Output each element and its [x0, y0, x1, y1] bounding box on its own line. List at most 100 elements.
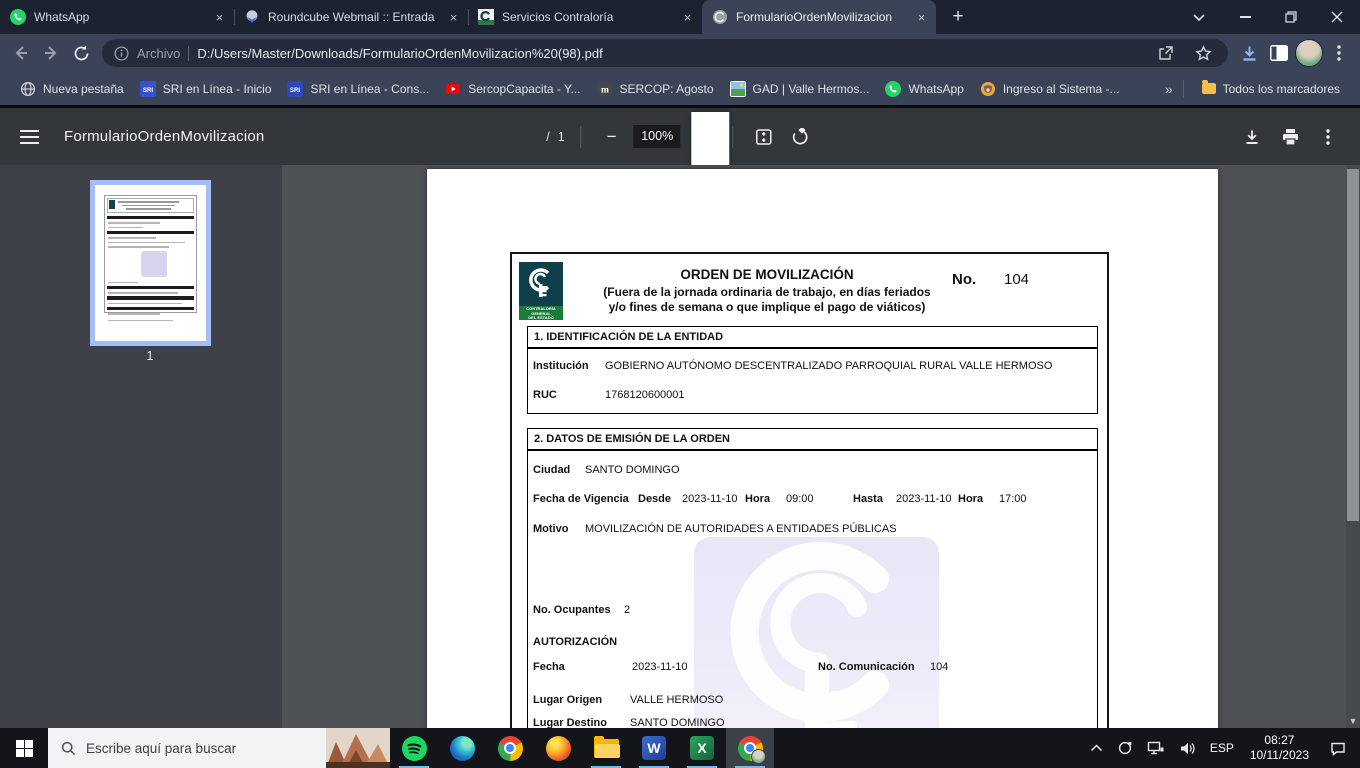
- pdf-canvas[interactable]: CONTRALORÍA GENERAL DEL ESTADO ORDEN DE …: [282, 165, 1360, 728]
- profile-avatar[interactable]: [1294, 38, 1324, 68]
- tray-status-icon[interactable]: [1110, 728, 1140, 768]
- hasta-value: 2023-11-10: [896, 493, 952, 505]
- bookmark-ingreso-sistema[interactable]: Ingreso al Sistema -...: [972, 77, 1128, 101]
- rotate-button[interactable]: [786, 123, 814, 151]
- tab-close-icon[interactable]: ×: [913, 9, 930, 26]
- bookmark-nueva-pestana[interactable]: Nueva pestaña: [12, 77, 132, 101]
- svg-text:SRI: SRI: [290, 87, 301, 94]
- chrome-icon: [497, 735, 523, 761]
- language-indicator[interactable]: ESP: [1203, 728, 1241, 768]
- taskbar-word[interactable]: W: [630, 728, 678, 768]
- hora-hasta-label: Hora: [958, 493, 984, 505]
- all-bookmarks-button[interactable]: Todos los marcadores: [1194, 78, 1348, 100]
- close-window-button[interactable]: [1314, 0, 1360, 34]
- scrollbar-down-arrow[interactable]: ▼: [1346, 716, 1360, 726]
- bookmark-label: SRI en Línea - Inicio: [162, 81, 272, 96]
- thumbnail-line: [107, 306, 194, 310]
- back-button[interactable]: [6, 38, 36, 68]
- origen-value: VALLE HERMOSO: [630, 694, 724, 706]
- bookmark-sri-consultas[interactable]: SRI SRI en Línea - Cons...: [279, 77, 437, 101]
- word-icon: W: [642, 736, 666, 760]
- chrome-icon: [737, 735, 766, 764]
- desde-label: Desde: [638, 493, 672, 505]
- ocupantes-value: 2: [624, 604, 631, 616]
- zoom-level-display[interactable]: 100%: [633, 125, 681, 148]
- ciudad-value: SANTO DOMINGO: [585, 464, 680, 476]
- motivo-value: MOVILIZACIÓN DE AUTORIDADES A ENTIDADES …: [585, 523, 897, 535]
- pdf-download-icon[interactable]: [1238, 123, 1266, 151]
- pdf-menu-icon[interactable]: [20, 122, 50, 152]
- scrollbar-thumb[interactable]: [1347, 169, 1359, 521]
- tab-servicios-contraloria[interactable]: Servicios Contraloría ×: [468, 0, 702, 34]
- bookmark-whatsapp[interactable]: WhatsApp: [877, 77, 971, 101]
- pdf-doc-icon: [713, 10, 727, 24]
- bookmark-label: Ingreso al Sistema -...: [1002, 81, 1120, 96]
- fit-to-page-button[interactable]: [750, 123, 778, 151]
- restore-button[interactable]: [1268, 0, 1314, 34]
- tab-close-icon[interactable]: ×: [445, 9, 462, 26]
- tab-close-icon[interactable]: ×: [679, 9, 696, 26]
- taskbar-search-box[interactable]: Escribe aquí para buscar: [48, 728, 390, 768]
- share-icon[interactable]: [1150, 38, 1180, 68]
- tab-whatsapp[interactable]: WhatsApp ×: [0, 0, 234, 34]
- tray-chevron-up-icon[interactable]: [1083, 728, 1110, 768]
- network-icon[interactable]: [1140, 728, 1172, 768]
- notification-center-icon[interactable]: [1318, 728, 1358, 768]
- firefox-icon: [545, 735, 571, 761]
- zoom-out-button[interactable]: −: [598, 123, 626, 151]
- gad-icon: [729, 80, 746, 97]
- ciudad-label: Ciudad: [533, 464, 571, 476]
- taskbar-chrome[interactable]: [486, 728, 534, 768]
- minimize-button[interactable]: [1222, 0, 1268, 34]
- taskbar-spotify[interactable]: [390, 728, 438, 768]
- side-panel-icon[interactable]: [1264, 38, 1294, 68]
- pdf-page: CONTRALORÍA GENERAL DEL ESTADO ORDEN DE …: [427, 169, 1218, 728]
- bookmark-sercop-agosto[interactable]: m SERCOP: Agosto: [589, 77, 722, 101]
- omnibox-divider: [188, 45, 190, 61]
- address-bar[interactable]: Archivo D:/Users/Master/Downloads/Formul…: [102, 39, 1228, 67]
- ecuador-crest-icon: [980, 81, 995, 96]
- tab-formulario-active[interactable]: FormularioOrdenMovilizacion ×: [702, 0, 936, 34]
- thumbnail-sidebar: 1: [0, 165, 282, 728]
- taskbar-file-explorer[interactable]: [582, 728, 630, 768]
- start-button[interactable]: [0, 728, 48, 768]
- tab-roundcube[interactable]: Roundcube Webmail :: Entrada ×: [234, 0, 468, 34]
- svg-text:m: m: [601, 85, 609, 95]
- tab-search-chevron-icon[interactable]: [1176, 0, 1222, 34]
- edge-icon: [449, 735, 475, 761]
- vertical-scrollbar[interactable]: ▼: [1346, 165, 1360, 728]
- thumbnail-page-number[interactable]: 1: [115, 348, 185, 363]
- file-explorer-icon: [593, 735, 620, 758]
- bookmark-sri-inicio[interactable]: SRI SRI en Línea - Inicio: [132, 77, 280, 101]
- taskbar-excel[interactable]: X: [678, 728, 726, 768]
- tab-close-icon[interactable]: ×: [211, 9, 228, 26]
- downloads-icon[interactable]: [1234, 38, 1264, 68]
- info-icon[interactable]: [114, 45, 129, 61]
- url-text[interactable]: D:/Users/Master/Downloads/FormularioOrde…: [197, 46, 1142, 61]
- spotify-icon: [401, 735, 427, 761]
- pdf-more-options-icon[interactable]: [1314, 123, 1342, 151]
- new-tab-button[interactable]: +: [944, 3, 972, 31]
- taskbar-chrome-active[interactable]: [726, 728, 774, 768]
- reload-button[interactable]: [66, 38, 96, 68]
- bookmark-sercopcapacita[interactable]: SercopCapacita - Y...: [437, 77, 588, 101]
- form-title: ORDEN DE MOVILIZACIÓN: [680, 267, 854, 282]
- taskbar-firefox[interactable]: [534, 728, 582, 768]
- volume-icon[interactable]: [1172, 728, 1203, 768]
- window-controls: [1176, 0, 1360, 34]
- bookmark-star-icon[interactable]: [1188, 38, 1218, 68]
- origen-label: Lugar Origen: [533, 694, 603, 706]
- form-no-label: No.: [952, 271, 977, 288]
- bookmark-gad-valle-hermoso[interactable]: GAD | Valle Hermos...: [722, 77, 878, 101]
- browser-menu-icon[interactable]: [1324, 38, 1354, 68]
- page-thumbnail[interactable]: [90, 180, 211, 346]
- thumbnail-line: [107, 296, 194, 300]
- forward-button[interactable]: [36, 38, 66, 68]
- taskbar-clock[interactable]: 08:27 10/11/2023: [1241, 733, 1318, 763]
- vigencia-label: Fecha de Vigencia: [533, 493, 629, 505]
- bookmarks-overflow-chevron[interactable]: »: [1165, 81, 1173, 97]
- taskbar-edge[interactable]: [438, 728, 486, 768]
- search-highlight-image[interactable]: [326, 728, 390, 768]
- section-datos-emision: 2. DATOS DE EMISIÓN DE LA ORDEN Ciudad S…: [527, 428, 1098, 728]
- pdf-print-icon[interactable]: [1276, 123, 1304, 151]
